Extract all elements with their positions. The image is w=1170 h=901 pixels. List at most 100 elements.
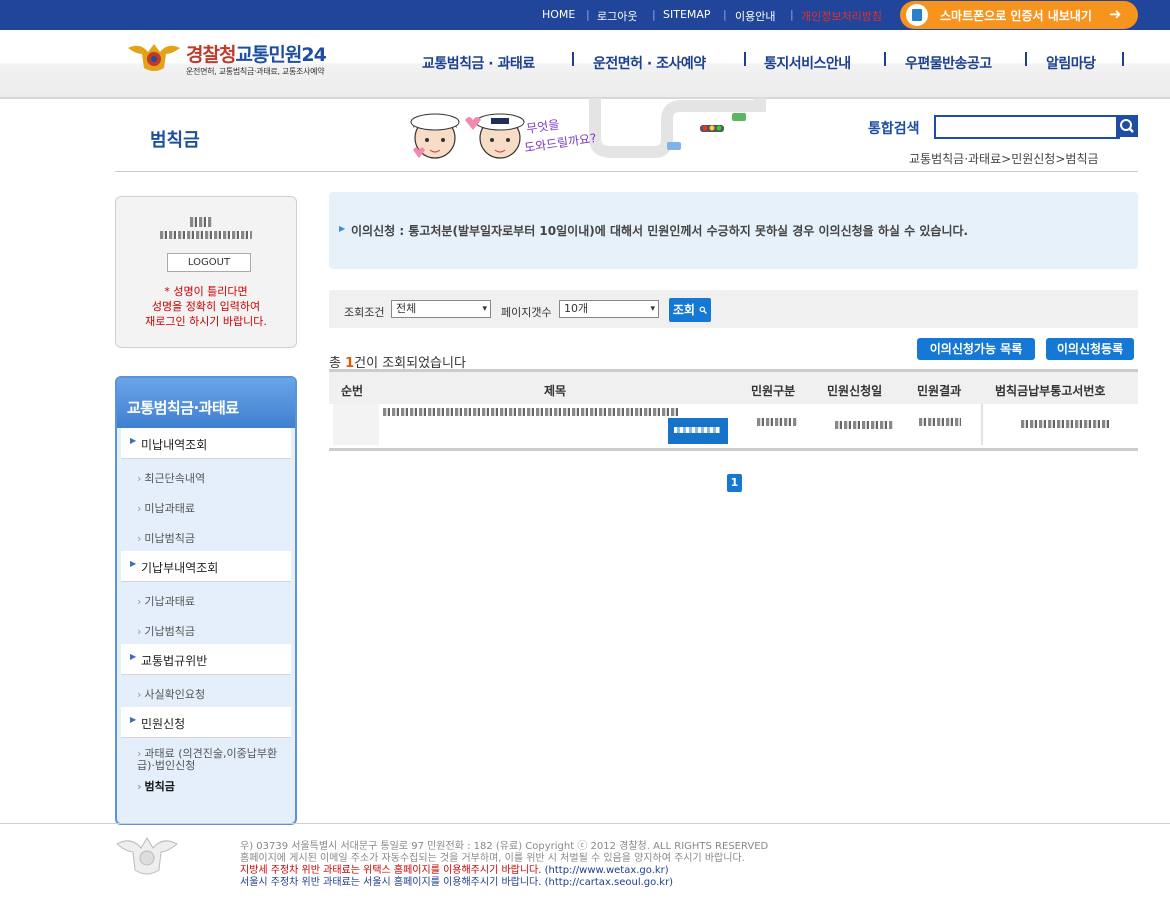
sidebar-item-paid-fines[interactable]: › 기납과태료	[137, 593, 195, 609]
mascot-text-line1: 무엇을	[525, 117, 560, 135]
sidebar-item-recent-violations[interactable]: › 최근단속내역	[137, 470, 205, 486]
sidebar-group-label: 민원신청	[141, 717, 186, 731]
sidebar-item-unpaid-penalties[interactable]: › 미납범칙금	[137, 530, 195, 546]
sidebar-group-label: 미납내역조회	[141, 438, 208, 452]
page-size-select-value: 10개	[564, 302, 589, 315]
column-header: 민원신청일	[827, 384, 883, 398]
search-filter-bar: 조회조건 전체 ▾ 페이지갯수 10개 ▾	[329, 290, 1138, 328]
redacted-status-badge[interactable]	[668, 418, 728, 444]
chevron-down-icon: ▾	[482, 304, 487, 314]
search-label: 통합검색	[868, 121, 920, 137]
sidebar-item-label: 기납과태료	[144, 595, 196, 608]
sidebar-group-label: 기납부내역조회	[141, 561, 219, 575]
logout-button[interactable]: LOGOUT	[167, 253, 251, 272]
table-row[interactable]	[329, 404, 1138, 451]
column-header: 범칙금납부통고서번호	[995, 384, 1106, 398]
arrow-right-icon: ➜	[1109, 5, 1122, 23]
footer-address: 우) 03739 서울특별시 서대문구 통일로 97 민원전화 : 182 (유…	[240, 841, 769, 852]
page-size-label: 페이지갯수	[501, 306, 552, 319]
chevron-down-icon: ▾	[650, 304, 655, 314]
sidebar-item-fact-check[interactable]: › 사실확인요청	[137, 686, 205, 702]
condition-select-value: 전체	[396, 302, 417, 315]
search-button[interactable]	[1116, 115, 1138, 137]
objection-register-button[interactable]: 이의신청등록	[1046, 338, 1134, 360]
site-logo-title[interactable]: 경찰청교통민원24	[186, 40, 327, 67]
sidebar-item-label: 범칙금	[144, 780, 175, 793]
gnav-separator	[1122, 52, 1124, 66]
chevron-right-icon: ›	[137, 472, 142, 485]
sidebar-item-unpaid-fines[interactable]: › 미납과태료	[137, 500, 195, 516]
phone-icon	[906, 4, 928, 26]
logo-title-red: 경찰청	[186, 44, 236, 66]
site-logo-subtitle: 운전면허, 교통범칙금·과태료, 교통조사예약	[186, 67, 325, 76]
condition-select[interactable]: 전체 ▾	[391, 300, 491, 318]
query-button-label: 조회	[672, 303, 695, 317]
footer-divider	[0, 823, 1170, 824]
sidebar-item-label: 사실확인요청	[144, 688, 206, 701]
sidebar-item-penalty-active[interactable]: › 범칙금	[137, 778, 175, 794]
sidebar-group-violations[interactable]: ▶ 교통법규위반	[121, 644, 291, 675]
chevron-right-icon: ›	[137, 780, 142, 793]
top-utility-bar: HOME | 로그아웃 | SITEMAP | 이용안내 | 개인정보처리방침 …	[0, 0, 1170, 30]
column-header: 제목	[544, 384, 567, 398]
chevron-right-icon: ›	[137, 532, 142, 545]
sitemap-link[interactable]: SITEMAP	[663, 8, 711, 21]
side-navigation: 교통범칙금·과태료 ▶ 미납내역조회 › 최근단속내역 › 미납과태료 › 미납범칙금…	[115, 376, 297, 825]
chevron-right-icon: ›	[137, 688, 142, 701]
redacted-notice-number	[1021, 420, 1109, 428]
footer-wetax-text: 지방세 주정차 위반 과태료는 위택스 홈페이지를 이용해주시기 바랍니다.	[240, 865, 542, 876]
site-header: 경찰청교통민원24 운전면허, 교통범칙금·과태료, 교통조사예약 교통범칙금 …	[0, 30, 1170, 99]
sidebar-item-label: 기납범칙금	[144, 625, 196, 638]
search-icon	[699, 306, 708, 314]
redacted-petition-date	[835, 421, 893, 429]
chevron-right-icon: ›	[137, 502, 142, 515]
guide-link[interactable]: 이용안내	[735, 8, 775, 24]
sidebar-item-fine-petition[interactable]: › 과태료 (의견진술,이중납부환 급)·법인신청	[137, 748, 292, 772]
wetax-link[interactable]: (http://www.wetax.go.kr)	[541, 865, 669, 876]
home-link[interactable]: HOME	[542, 8, 575, 21]
sidebar-group-unpaid[interactable]: ▶ 미납내역조회	[121, 428, 291, 459]
gnav-separator	[744, 52, 746, 66]
chevron-right-icon: ›	[137, 625, 142, 638]
seoul-cartax-link[interactable]: (http://cartax.seoul.go.kr)	[541, 877, 673, 888]
separator: |	[723, 8, 727, 21]
query-button[interactable]: 조회	[669, 298, 711, 322]
police-emblem-footer-logo	[115, 834, 179, 878]
footer-email-notice: 홈페이지에 게시된 이메일 주소가 자동수집되는 것을 거부하며, 이를 위반 …	[240, 853, 745, 864]
notice-text: 이의신청 : 통고처분(발부일자로부터 10일이내)에 대해서 민원인께서 수긍…	[351, 224, 969, 238]
export-certificate-label: 스마트폰으로 인증서 내보내기	[940, 9, 1092, 23]
gnav-notices[interactable]: 알림마당	[1046, 53, 1096, 73]
privacy-policy-link[interactable]: 개인정보처리방침	[801, 8, 882, 24]
separator: |	[586, 8, 590, 21]
page-size-select[interactable]: 10개 ▾	[559, 300, 659, 318]
redacted-user-name	[160, 217, 252, 241]
logout-link[interactable]: 로그아웃	[597, 8, 637, 24]
divider	[115, 171, 1138, 172]
login-warning-line: 성명을 정확히 입력하여	[151, 300, 261, 313]
sidebar-item-paid-penalties[interactable]: › 기납범칙금	[137, 623, 195, 639]
gnav-notify[interactable]: 통지서비스안내	[764, 53, 851, 73]
objection-available-list-button[interactable]: 이의신청가능 목록	[917, 338, 1035, 360]
footer-wetax-notice: 지방세 주정차 위반 과태료는 위택스 홈페이지를 이용해주시기 바랍니다. (…	[240, 865, 669, 877]
row-number-cell	[333, 404, 379, 445]
bullet-triangle-icon: ▶	[130, 652, 137, 661]
logo-title-blue: 교통민원24	[235, 44, 326, 66]
column-divider	[981, 404, 983, 445]
gnav-separator	[884, 52, 886, 66]
sidebar-group-label: 교통법규위반	[141, 654, 208, 668]
police-emblem-logo[interactable]	[126, 40, 182, 74]
search-input[interactable]	[934, 115, 1120, 139]
sidebar-group-petition[interactable]: ▶ 민원신청	[121, 707, 291, 738]
side-navigation-title: 교통범칙금·과태료	[127, 399, 239, 417]
gnav-fines[interactable]: 교통범칙금 · 과태료	[422, 53, 535, 73]
bullet-triangle-icon: ▶	[130, 436, 137, 445]
gnav-returned-mail[interactable]: 우편물반송공고	[905, 53, 992, 73]
column-header: 민원구분	[751, 384, 796, 398]
pagination-current-page[interactable]: 1	[727, 474, 742, 492]
objection-notice: ▶ 이의신청 : 통고처분(발부일자로부터 10일이내)에 대해서 민원인께서 …	[329, 192, 1138, 269]
gnav-license[interactable]: 운전면허 · 조사예약	[593, 53, 706, 73]
separator: |	[790, 8, 794, 21]
export-certificate-button[interactable]: 스마트폰으로 인증서 내보내기 ➜	[900, 1, 1138, 29]
sidebar-group-paid[interactable]: ▶ 기납부내역조회	[121, 551, 291, 582]
sidebar-item-label: 급)·법인신청	[137, 759, 196, 772]
